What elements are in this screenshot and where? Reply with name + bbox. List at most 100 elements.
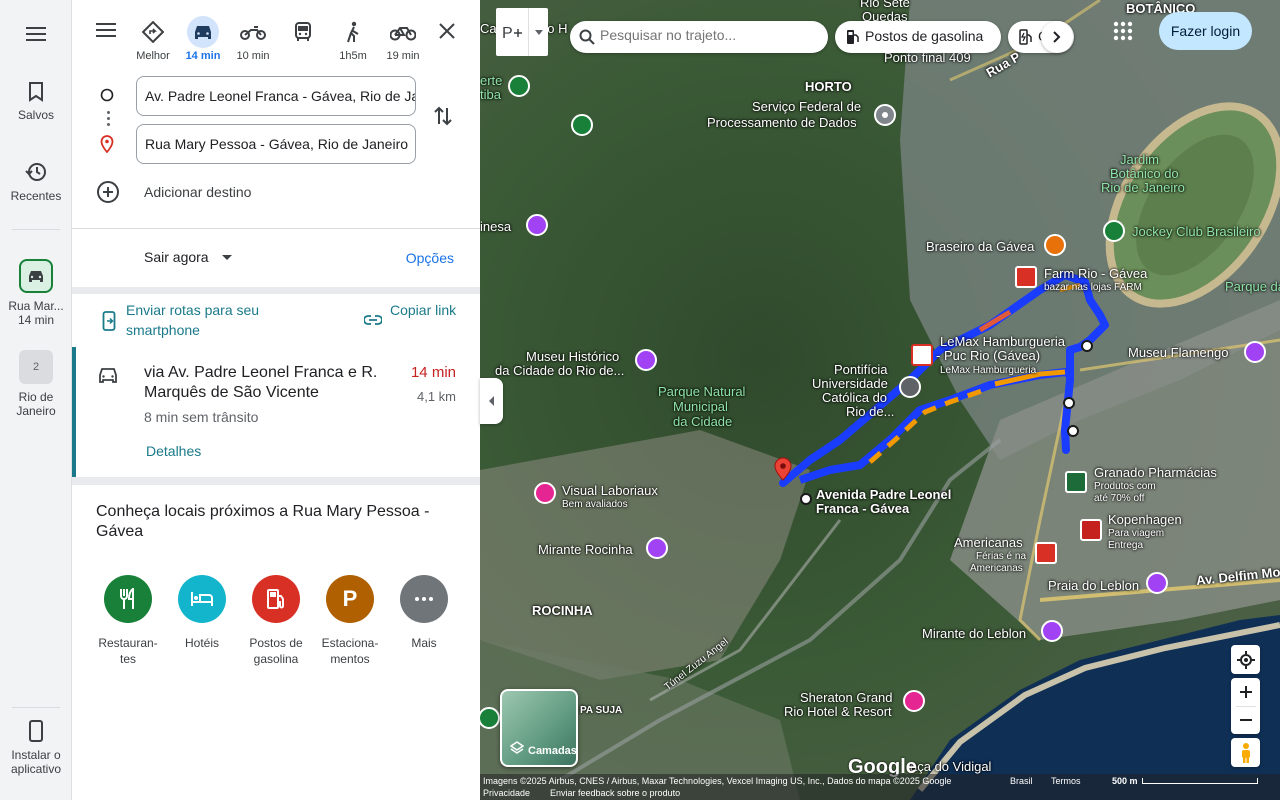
street-view-pegman[interactable] (1231, 738, 1260, 767)
tree-pin-icon[interactable] (571, 114, 593, 136)
chips-scroll-right-button[interactable] (1041, 21, 1073, 53)
camera-pin-icon[interactable] (534, 482, 556, 504)
restaurant-pin-icon[interactable] (1044, 234, 1066, 256)
swap-waypoints-button[interactable] (432, 104, 454, 133)
chevron-left-icon (488, 396, 494, 406)
mode-bike-label: 19 min (386, 50, 420, 62)
map-label-av-padre-1: Avenida Padre Leonel (816, 487, 952, 502)
route-option-card[interactable]: via Av. Padre Leonel Franca e R. Marquês… (72, 347, 480, 477)
park-pin-icon[interactable] (1103, 220, 1125, 242)
destination-row: Rua Mary Pessoa - Gávea, Rio de Janeiro (72, 124, 480, 164)
collapse-panel-button[interactable] (480, 378, 503, 424)
hotel-pin-icon[interactable] (903, 690, 925, 712)
gas-stations-chip-label: Postos de gasolina (865, 28, 984, 44)
satellite-map[interactable]: BOTÂNICO HORTO Rio Sete Quedas Ponto fin… (480, 0, 1280, 800)
nearby-more-button[interactable]: Mais (387, 575, 461, 651)
map-label-mirante-leblon: Mirante do Leblon (922, 626, 1027, 641)
recent-trip-button[interactable]: Rua Mar... 14 min (0, 259, 72, 327)
layers-button[interactable]: Camadas (500, 689, 578, 767)
route-via-text: via Av. Padre Leonel Franca e R. Marquês… (144, 364, 378, 401)
mode-walk[interactable]: 1h5m (329, 16, 377, 62)
map-label-horto: HORTO (805, 79, 852, 94)
panel-menu-button[interactable] (96, 22, 116, 43)
bookmark-icon (29, 82, 43, 102)
nearby-parking-button[interactable]: P Estaciona- mentos (313, 575, 387, 667)
recents-button[interactable]: Recentes (0, 161, 72, 203)
mode-motorcycle[interactable]: 10 min (229, 16, 277, 62)
travel-modes: Melhor 14 min 10 min 1h5m 19 min (72, 16, 480, 64)
camera-pin-icon[interactable] (646, 537, 668, 559)
terms-link[interactable]: Termos (1051, 776, 1081, 786)
store-pin-icon[interactable] (1065, 471, 1087, 493)
mode-best[interactable]: Melhor (129, 16, 177, 62)
route-details-link[interactable]: Detalhes (146, 443, 201, 459)
mode-transit[interactable] (279, 16, 327, 50)
map-label-kopenhagen-1: Kopenhagen (1108, 512, 1182, 527)
gas-stations-chip[interactable]: Postos de gasolina (835, 21, 1001, 53)
close-directions-button[interactable] (438, 22, 456, 45)
zoom-out-button[interactable] (1239, 707, 1252, 734)
map-label-rocinha: ROCINHA (532, 603, 593, 618)
store-pin-icon[interactable] (1080, 519, 1102, 541)
map-label-parque-natural-3: da Cidade (673, 414, 733, 429)
museum-pin-icon[interactable] (1244, 341, 1266, 363)
origin-input[interactable]: Av. Padre Leonel Franca - Gávea, Rio de … (136, 76, 416, 116)
school-pin-icon[interactable] (899, 376, 921, 398)
map-label-puc-2: Universidade (812, 376, 888, 391)
map-label-farm-1: Farm Rio - Gávea (1044, 266, 1148, 281)
depart-now-dropdown[interactable]: Sair agora (144, 249, 209, 265)
museum-pin-icon[interactable] (635, 349, 657, 371)
nearby-restaurants-button[interactable]: Restauran- tes (91, 575, 165, 667)
parking-layer-icon: P (502, 25, 522, 41)
caret-down-icon (534, 29, 543, 35)
saved-button[interactable]: Salvos (0, 82, 72, 122)
map-type-button[interactable]: P (496, 8, 548, 56)
park-pin-icon[interactable] (508, 75, 530, 97)
scale-bar (1142, 778, 1258, 784)
car-icon (195, 26, 211, 39)
add-destination-button[interactable]: Adicionar destino (96, 180, 396, 204)
store-pin-icon[interactable] (1035, 542, 1057, 564)
mode-bike[interactable]: 19 min (379, 16, 427, 62)
feedback-link[interactable]: Enviar feedback sobre o produto (550, 788, 680, 798)
imagery-attribution: Imagens ©2025 Airbus, CNES / Airbus, Max… (483, 776, 952, 786)
recent-city-button[interactable]: 2 Rio de Janeiro (0, 350, 72, 418)
mode-car[interactable]: 14 min (179, 16, 227, 62)
google-apps-button[interactable] (1112, 20, 1134, 47)
main-menu-button[interactable] (0, 26, 72, 42)
zoom-in-button[interactable] (1239, 679, 1252, 706)
install-label-line1: Instalar o (11, 748, 61, 762)
layers-icon (510, 741, 524, 754)
privacy-link[interactable]: Privacidade (483, 788, 530, 798)
map-label-tiba: tiba (480, 87, 501, 102)
options-link[interactable]: Opções (406, 250, 454, 266)
city-label-line2: Janeiro (16, 404, 56, 418)
place-pin-icon[interactable] (874, 104, 896, 126)
layers-label: Camadas (528, 745, 577, 757)
my-location-button[interactable] (1231, 645, 1260, 674)
restaurant-logo-pin-icon[interactable] (911, 344, 933, 366)
map-label-praia-leblon: Praia do Leblon (1048, 578, 1140, 593)
camera-pin-icon[interactable] (1146, 572, 1168, 594)
copy-link-button[interactable]: Copiar link (390, 300, 470, 320)
camera-pin-icon[interactable] (1041, 620, 1063, 642)
map-type-dropdown[interactable] (528, 8, 548, 56)
destination-input[interactable]: Rua Mary Pessoa - Gávea, Rio de Janeiro (136, 124, 416, 164)
route-search-input[interactable] (600, 27, 820, 43)
install-app-button[interactable]: Instalar o aplicativo (0, 720, 72, 776)
map-label-sheraton-2: Rio Hotel & Resort (784, 704, 892, 719)
map-label-sheraton-1: Sheraton Grand (800, 690, 893, 705)
mode-walk-label: 1h5m (339, 50, 367, 62)
map-label-lemax-3: LeMax Hamburgueria (940, 365, 1037, 376)
store-pin-icon[interactable] (1015, 266, 1037, 288)
send-to-phone-link[interactable]: Enviar rotas para seu smartphone (126, 300, 286, 340)
nearby-hotels-button[interactable]: Hotéis (165, 575, 239, 651)
camera-pin-icon[interactable] (526, 214, 548, 236)
category-label-line2: tes (119, 652, 136, 666)
search-icon (579, 29, 595, 45)
country-link[interactable]: Brasil (1010, 776, 1033, 786)
route-distance: 4,1 km (416, 389, 456, 404)
sign-in-button[interactable]: Fazer login (1159, 12, 1252, 50)
section-divider (72, 477, 480, 485)
nearby-gas-stations-button[interactable]: Postos de gasolina (239, 575, 313, 667)
